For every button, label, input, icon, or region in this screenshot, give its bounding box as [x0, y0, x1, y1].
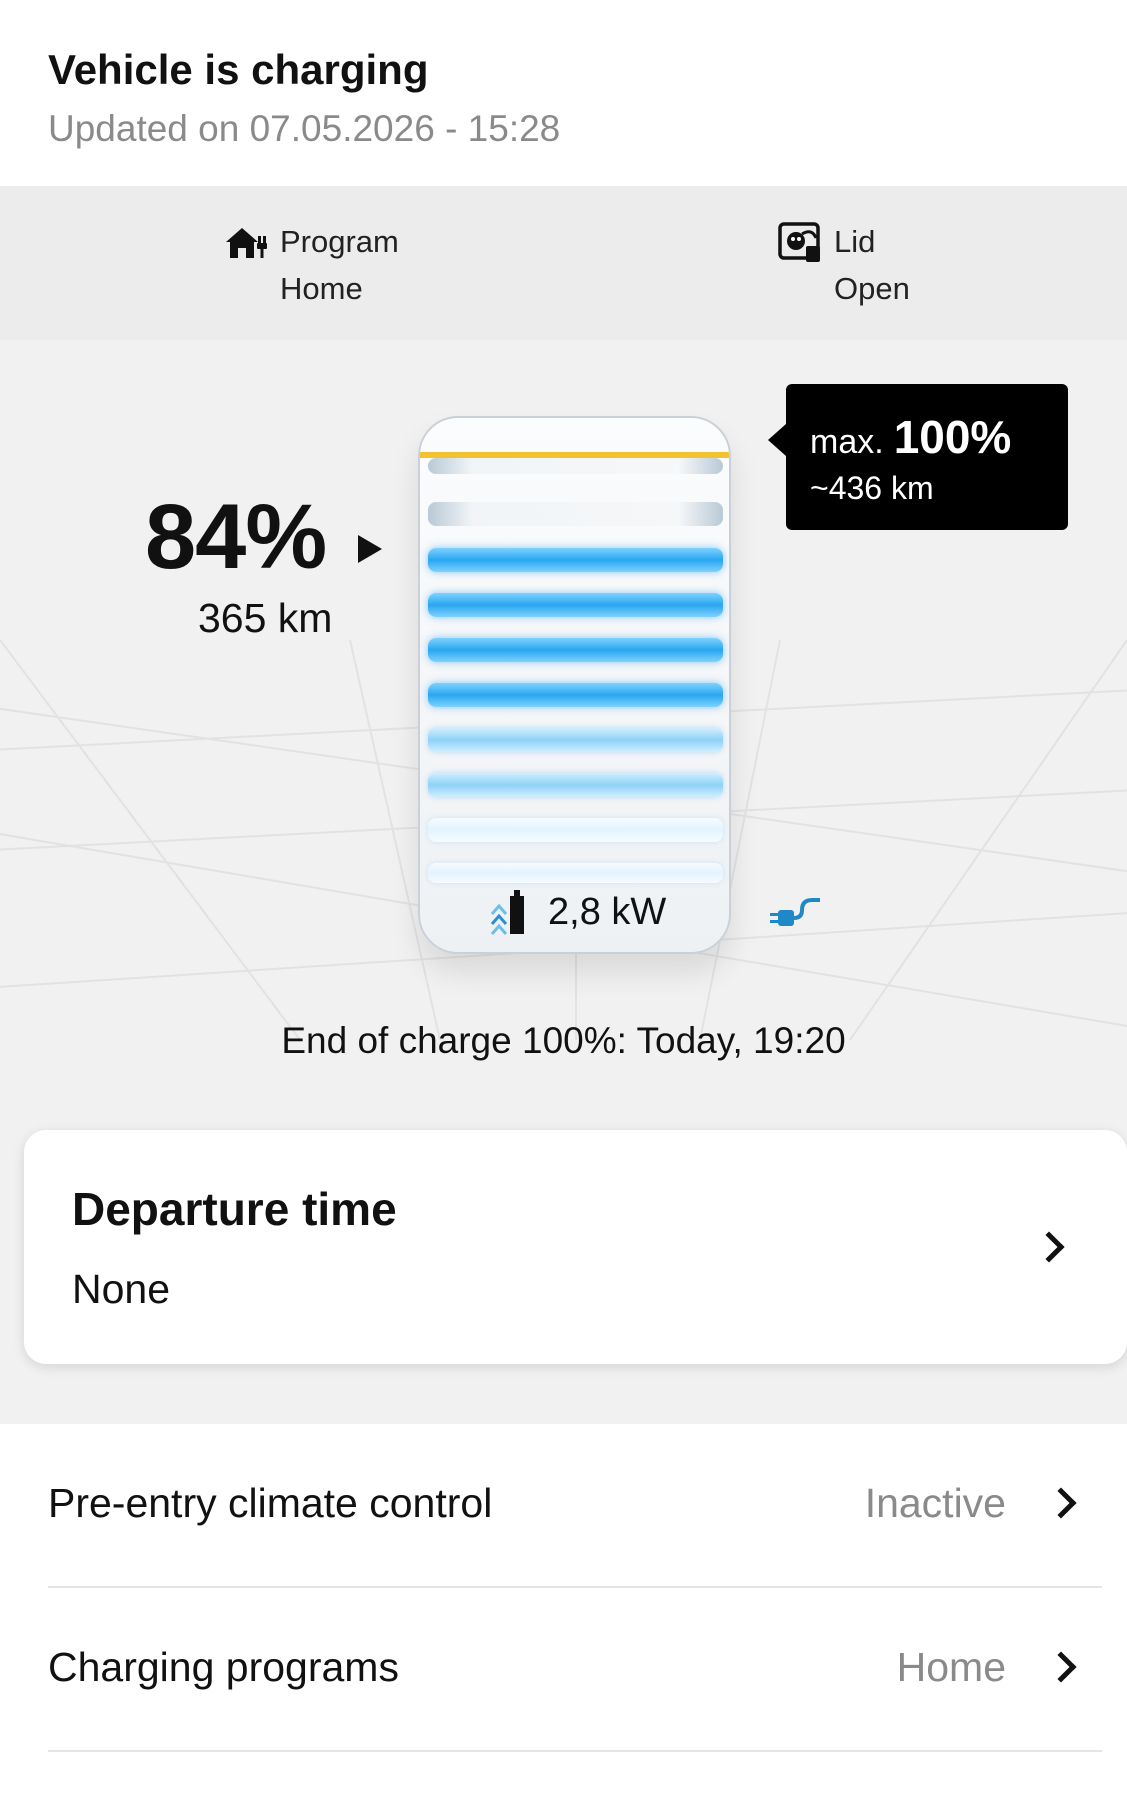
- battery-segment: [428, 638, 723, 662]
- battery-segment: [428, 683, 723, 707]
- list-item-value: Home: [896, 1644, 1006, 1690]
- charging-power-value: 2,8 kW: [548, 890, 667, 933]
- settings-list: Pre-entry climate control Inactive Charg…: [0, 1424, 1127, 1800]
- charging-visualization: 84% 365 km 2,8 kW max. 100% ~436 km End …: [0, 340, 1127, 1424]
- plug-connected-icon: [770, 898, 820, 926]
- status-bar: Program Home Lid Open: [0, 186, 1127, 340]
- lid-value: Open: [834, 271, 910, 306]
- end-of-charge: End of charge 100%: Today, 19:20: [281, 1020, 846, 1061]
- list-item-label: Pre-entry climate control: [48, 1480, 493, 1526]
- list-item-charging-programs[interactable]: Charging programs Home: [48, 1588, 1102, 1752]
- battery-segment: [428, 502, 723, 526]
- list-item-value: Inactive: [864, 1480, 1006, 1526]
- chevron-right-icon: [1033, 1231, 1065, 1263]
- list-item-label: Charging programs: [48, 1644, 399, 1690]
- lid-status: Lid Open: [778, 218, 910, 312]
- battery-segment: [428, 863, 723, 883]
- state-of-charge: 84%: [145, 486, 327, 588]
- departure-time-value: None: [72, 1266, 171, 1312]
- departure-time-card[interactable]: Departure time None: [24, 1130, 1127, 1364]
- battery-segment: [428, 458, 723, 474]
- program-value: Home: [280, 271, 363, 306]
- max-charge-tooltip: max. 100% ~436 km: [768, 384, 1068, 530]
- pointer-arrow-icon: [358, 535, 382, 563]
- tooltip-max-range: ~436 km: [810, 470, 934, 506]
- charging-power: 2,8 kW: [490, 888, 666, 936]
- list-item-pre-entry-climate[interactable]: Pre-entry climate control Inactive: [48, 1424, 1102, 1588]
- charging-lid-icon: [778, 222, 820, 262]
- battery-segment: [428, 593, 723, 617]
- page-title: Vehicle is charging: [48, 46, 429, 93]
- tooltip-prefix: max.: [810, 423, 884, 461]
- departure-time-title: Departure time: [72, 1183, 397, 1235]
- lid-label: Lid: [834, 224, 876, 259]
- home-charging-icon: [226, 228, 267, 258]
- battery-graphic: 2,8 kW: [418, 416, 731, 954]
- chevron-right-icon: [1045, 1487, 1077, 1519]
- header: Vehicle is charging Updated on 07.05.202…: [0, 0, 1127, 186]
- program-status: Program Home: [224, 218, 399, 312]
- battery-segment: [428, 773, 723, 797]
- battery-segment: [428, 728, 723, 752]
- current-range: 365 km: [198, 595, 333, 641]
- battery-segment: [428, 548, 723, 572]
- charging-power-icon: [490, 890, 524, 935]
- tooltip-max-value: 100%: [893, 411, 1012, 463]
- program-label: Program: [280, 224, 399, 259]
- updated-timestamp: Updated on 07.05.2026 - 15:28: [48, 108, 561, 149]
- chevron-right-icon: [1045, 1651, 1077, 1683]
- battery-segment: [428, 818, 723, 842]
